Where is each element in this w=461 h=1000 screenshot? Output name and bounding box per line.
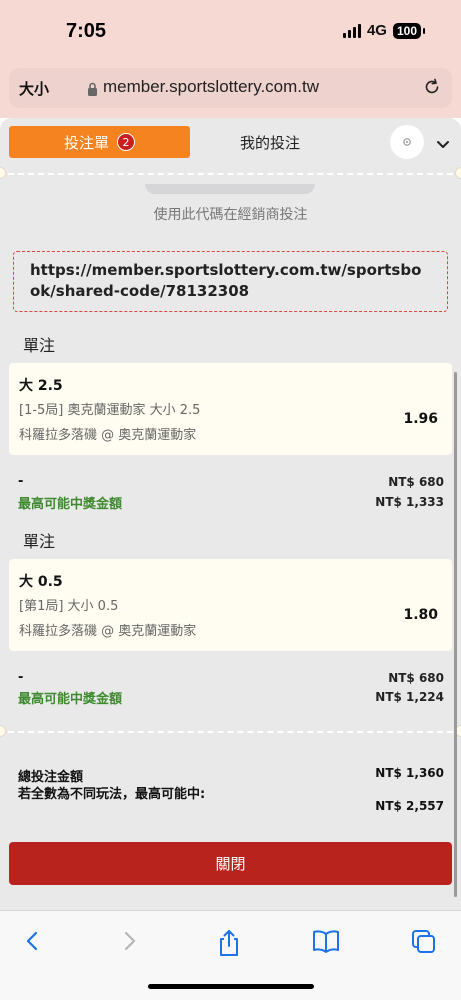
divider-notch <box>0 167 6 179</box>
max-win-amount: NT$ 1,333 <box>375 495 444 509</box>
section-title-single: 單注 <box>23 532 56 551</box>
bet-slip-panel: 投注單 2 我的投注 使用此代碼在經銷商投注 https://member.sp… <box>0 118 461 910</box>
tab-bet-slip[interactable]: 投注單 2 <box>9 126 190 158</box>
bet-odds: 1.80 <box>403 607 438 623</box>
bookmarks-icon[interactable] <box>312 929 340 957</box>
stake-label: - <box>18 474 24 489</box>
bet-card[interactable]: 大 2.5 [1-5局] 奧克蘭運動家 大小 2.5 科羅拉多落磯 @ 奧克蘭運… <box>9 363 452 455</box>
tab-my-bets[interactable]: 我的投注 <box>240 132 300 153</box>
max-combined-win-amount: NT$ 2,557 <box>375 799 444 813</box>
forward-icon[interactable] <box>118 929 142 957</box>
url-text: member.sportslottery.com.tw <box>103 77 320 96</box>
back-icon[interactable] <box>20 929 44 957</box>
bet-selection: 大 2.5 <box>19 378 63 394</box>
status-indicators: 4G 100 <box>342 22 426 39</box>
max-combined-win-label: 若全數為不同玩法，最高可能中: <box>18 787 206 802</box>
address-bar[interactable]: 大小 member.sportslottery.com.tw <box>9 68 452 108</box>
share-code-link[interactable]: https://member.sportslottery.com.tw/spor… <box>13 251 448 312</box>
bet-market: [第1局] 大小 0.5 <box>19 599 119 614</box>
scrollbar[interactable] <box>454 372 457 897</box>
settings-button[interactable] <box>390 125 424 159</box>
text-size-button[interactable]: 大小 <box>19 78 49 99</box>
network-type: 4G <box>366 22 387 39</box>
battery-icon: 100 <box>392 22 426 39</box>
bet-odds: 1.96 <box>403 411 438 427</box>
share-caption: 使用此代碼在經銷商投注 <box>153 207 308 223</box>
signal-icon <box>342 23 361 38</box>
lock-icon <box>87 81 98 100</box>
status-bar: 7:05 4G 100 <box>0 0 461 62</box>
drag-handle[interactable] <box>145 184 315 194</box>
browser-address-area: 大小 member.sportslottery.com.tw <box>0 62 461 118</box>
max-win-label: 最高可能中獎金額 <box>18 692 123 707</box>
close-button[interactable]: 關閉 <box>9 842 452 885</box>
home-indicator <box>148 984 314 989</box>
bet-event: 科羅拉多落磯 @ 奧克蘭運動家 <box>19 624 197 639</box>
tabs-icon[interactable] <box>411 929 437 959</box>
gear-icon <box>403 138 411 146</box>
stake-amount[interactable]: NT$ 680 <box>388 475 444 489</box>
section-title-single: 單注 <box>23 336 56 355</box>
stake-label: - <box>18 670 24 685</box>
max-win-amount: NT$ 1,224 <box>375 690 444 704</box>
stake-amount[interactable]: NT$ 680 <box>388 671 444 685</box>
divider-notch <box>0 725 6 737</box>
chevron-down-icon[interactable] <box>436 135 450 154</box>
max-win-label: 最高可能中獎金額 <box>18 497 123 512</box>
tab-bet-slip-label: 投注單 <box>63 133 109 152</box>
bet-market: [1-5局] 奧克蘭運動家 大小 2.5 <box>19 403 201 418</box>
total-stake-amount: NT$ 1,360 <box>375 766 444 780</box>
bet-selection: 大 0.5 <box>19 574 63 590</box>
bet-count-badge: 2 <box>117 133 135 151</box>
share-icon[interactable] <box>216 929 242 961</box>
reload-icon[interactable] <box>422 77 442 101</box>
bet-card[interactable]: 大 0.5 [第1局] 大小 0.5 科羅拉多落磯 @ 奧克蘭運動家 1.80 <box>9 559 452 651</box>
status-time: 7:05 <box>66 20 107 42</box>
divider-notch <box>455 167 461 179</box>
bet-event: 科羅拉多落磯 @ 奧克蘭運動家 <box>19 428 197 443</box>
total-stake-label: 總投注金額 <box>18 770 84 785</box>
divider <box>8 731 453 733</box>
divider <box>8 173 453 175</box>
